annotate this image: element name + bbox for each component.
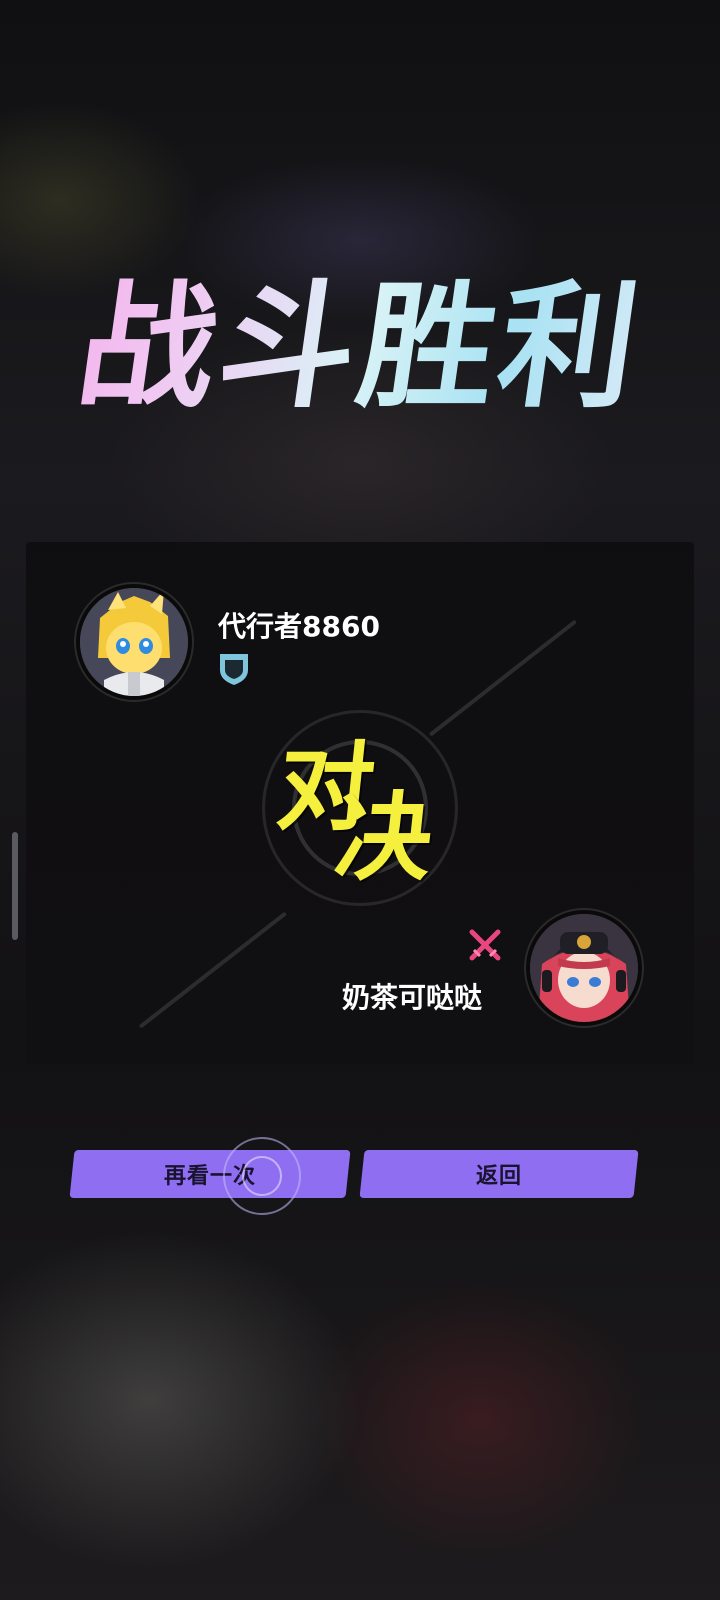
shield-rank-icon (220, 654, 248, 685)
back-button[interactable]: 返回 (359, 1150, 639, 1198)
versus-char-jue: 决 (330, 782, 438, 894)
back-button-label: 返回 (475, 1164, 522, 1189)
replay-button[interactable]: 再看一次 (69, 1150, 351, 1198)
touch-indicator (223, 1137, 301, 1215)
crossed-swords-icon (469, 929, 501, 961)
side-scroll-handle[interactable] (12, 832, 18, 940)
player-one-avatar[interactable] (76, 584, 192, 700)
blonde-hero-avatar-icon (80, 588, 188, 696)
versus-emblem: 对 决 (262, 710, 458, 906)
player-one-name: 代行者8860 (218, 610, 380, 643)
player-two-name: 奶茶可哒哒 (342, 981, 483, 1014)
battle-victory-title: 战斗胜利 (0, 268, 720, 428)
player-two-avatar[interactable] (526, 910, 642, 1026)
red-hair-girl-avatar-icon (530, 914, 638, 1022)
